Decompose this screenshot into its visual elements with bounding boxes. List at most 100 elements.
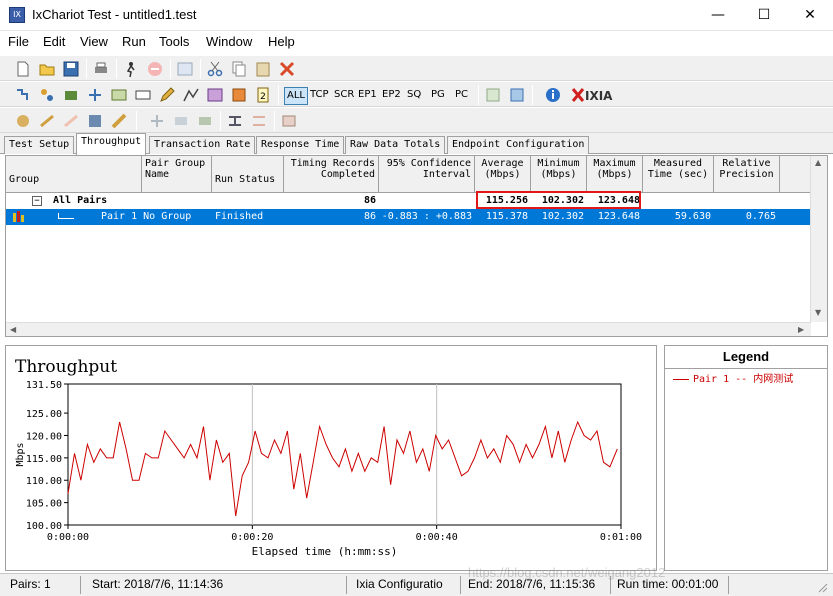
legend-entry-label: Pair 1 -- 内网测试 bbox=[693, 374, 794, 385]
header-maximum[interactable]: Maximum (Mbps) bbox=[587, 156, 643, 193]
pair-1-precision: 0.765 bbox=[745, 211, 776, 222]
scroll-right-icon[interactable]: ▶ bbox=[798, 325, 804, 334]
tab-endpoint-configuration[interactable]: Endpoint Configuration bbox=[447, 136, 590, 154]
image-icon[interactable] bbox=[206, 86, 224, 104]
filter-scr-button[interactable]: SCR bbox=[332, 87, 356, 105]
export-icon[interactable] bbox=[508, 86, 526, 104]
tool-a-icon[interactable] bbox=[14, 112, 32, 130]
refresh-icon[interactable] bbox=[176, 60, 194, 78]
tool-b-icon[interactable] bbox=[38, 112, 56, 130]
tool-f-icon[interactable] bbox=[148, 112, 166, 130]
header-timing-records[interactable]: Timing Records Completed bbox=[284, 156, 379, 193]
filter-all-button[interactable]: ALL bbox=[284, 87, 308, 105]
x-tick-label: 0:00:00 bbox=[47, 532, 89, 543]
row-all-pairs[interactable]: − All Pairs 86 115.256 102.302 123.648 bbox=[6, 193, 811, 209]
filter-ep1-button[interactable]: EP1 bbox=[356, 87, 379, 105]
edit-script-icon[interactable] bbox=[158, 86, 176, 104]
run-icon[interactable] bbox=[122, 60, 140, 78]
app-icon: IX bbox=[9, 7, 25, 23]
tool-c-icon[interactable] bbox=[62, 112, 80, 130]
y-tick-label: 110.00 bbox=[26, 476, 62, 487]
print-icon[interactable] bbox=[92, 60, 110, 78]
filter-pg-button[interactable]: PG bbox=[429, 87, 447, 105]
counter-icon[interactable]: 2 bbox=[254, 86, 272, 104]
tab-test-setup[interactable]: Test Setup bbox=[4, 136, 75, 154]
add-pair-icon[interactable] bbox=[14, 86, 32, 104]
edit-pair-icon[interactable] bbox=[62, 86, 80, 104]
tab-transaction-rate[interactable]: Transaction Rate bbox=[149, 136, 256, 154]
report-icon[interactable] bbox=[484, 86, 502, 104]
scroll-down-icon[interactable]: ▼ bbox=[815, 308, 821, 317]
filter-pc-button[interactable]: PC bbox=[453, 87, 470, 105]
window-title: IxChariot Test - untitled1.test bbox=[32, 7, 197, 22]
menu-window[interactable]: Window bbox=[206, 34, 252, 49]
open-folder-icon[interactable] bbox=[38, 60, 56, 78]
minimize-button[interactable]: — bbox=[695, 0, 741, 31]
tool-i-icon[interactable] bbox=[226, 112, 244, 130]
mgmt-icon[interactable] bbox=[134, 86, 152, 104]
settings-icon[interactable] bbox=[230, 86, 248, 104]
row-pair-1[interactable]: Pair 1 No Group Finished 86 -0.883 : +0.… bbox=[6, 209, 811, 225]
filter-ep2-button[interactable]: EP2 bbox=[380, 87, 403, 105]
chart-pane: Throughput 131.50 125.00 120.00 115.00 110.00… bbox=[5, 345, 657, 571]
info-icon[interactable] bbox=[544, 86, 562, 104]
header-confidence-interval[interactable]: 95% Confidence Interval bbox=[379, 156, 475, 193]
tab-throughput[interactable]: Throughput bbox=[76, 133, 147, 155]
y-axis-label: Mbps bbox=[15, 442, 26, 466]
tab-strip: Test Setup Throughput Transaction Rate R… bbox=[0, 133, 833, 155]
header-group[interactable]: Group bbox=[6, 156, 142, 193]
menu-edit[interactable]: Edit bbox=[43, 34, 65, 49]
header-measured-time[interactable]: Measured Time (sec) bbox=[643, 156, 714, 193]
menu-tools[interactable]: Tools bbox=[159, 34, 189, 49]
svg-text:2: 2 bbox=[260, 92, 266, 102]
y-tick-label: 131.50 bbox=[26, 380, 62, 391]
stop-icon[interactable] bbox=[146, 60, 164, 78]
filter-sq-button[interactable]: SQ bbox=[405, 87, 423, 105]
throughput-chart: Throughput 131.50 125.00 120.00 115.00 110.00… bbox=[15, 357, 642, 558]
filter-tcp-button[interactable]: TCP bbox=[308, 87, 331, 105]
title-bar: IX IxChariot Test - untitled1.test — ☐ ✕ bbox=[0, 0, 833, 31]
collapse-expander[interactable]: − bbox=[32, 196, 42, 206]
scroll-left-icon[interactable]: ◀ bbox=[10, 325, 16, 334]
delete-icon[interactable] bbox=[278, 60, 296, 78]
tool-h-icon[interactable] bbox=[196, 112, 214, 130]
pair-1-name: Pair 1 No Group bbox=[101, 211, 192, 222]
save-icon[interactable] bbox=[62, 60, 80, 78]
copy-icon[interactable] bbox=[230, 60, 248, 78]
pair-1-records: 86 bbox=[363, 211, 376, 222]
new-file-icon[interactable] bbox=[14, 60, 32, 78]
menu-view[interactable]: View bbox=[80, 34, 108, 49]
tool-g-icon[interactable] bbox=[172, 112, 190, 130]
legend-divider bbox=[665, 368, 827, 369]
header-minimum[interactable]: Minimum (Mbps) bbox=[531, 156, 587, 193]
cut-icon[interactable] bbox=[206, 60, 224, 78]
menu-file[interactable]: File bbox=[8, 34, 29, 49]
header-average[interactable]: Average (Mbps) bbox=[475, 156, 531, 193]
legend-title: Legend bbox=[722, 349, 770, 364]
resize-grip-icon[interactable] bbox=[816, 581, 828, 593]
menu-help[interactable]: Help bbox=[268, 34, 295, 49]
chart-options-icon[interactable] bbox=[182, 86, 200, 104]
grid-vertical-scrollbar[interactable]: ▲ ▼ bbox=[810, 156, 827, 322]
tool-d-icon[interactable] bbox=[86, 112, 104, 130]
header-relative-precision[interactable]: Relative Precision bbox=[714, 156, 780, 193]
ixia-logo: IXIA bbox=[571, 88, 613, 103]
tool-k-icon[interactable] bbox=[280, 112, 298, 130]
header-run-status[interactable]: Run Status bbox=[212, 156, 284, 193]
paste-icon[interactable] bbox=[254, 60, 272, 78]
tab-response-time[interactable]: Response Time bbox=[256, 136, 345, 154]
legend-entry[interactable]: Pair 1 -- 内网测试 bbox=[673, 370, 793, 385]
status-bar: Pairs: 1 Start: 2018/7/6, 11:14:36 Ixia … bbox=[0, 573, 833, 596]
add-multicast-icon[interactable] bbox=[38, 86, 56, 104]
tool-e-icon[interactable] bbox=[110, 112, 128, 130]
maximize-button[interactable]: ☐ bbox=[741, 0, 787, 31]
close-button[interactable]: ✕ bbox=[787, 0, 833, 31]
endpoint-icon[interactable] bbox=[110, 86, 128, 104]
header-pair-group-name[interactable]: Pair Group Name bbox=[142, 156, 212, 193]
network-icon[interactable] bbox=[86, 86, 104, 104]
menu-run[interactable]: Run bbox=[122, 34, 146, 49]
tab-raw-data-totals[interactable]: Raw Data Totals bbox=[345, 136, 446, 154]
scroll-up-icon[interactable]: ▲ bbox=[815, 158, 821, 167]
grid-horizontal-scrollbar[interactable]: ◀ ▶ bbox=[6, 322, 811, 336]
tool-j-icon[interactable] bbox=[250, 112, 268, 130]
